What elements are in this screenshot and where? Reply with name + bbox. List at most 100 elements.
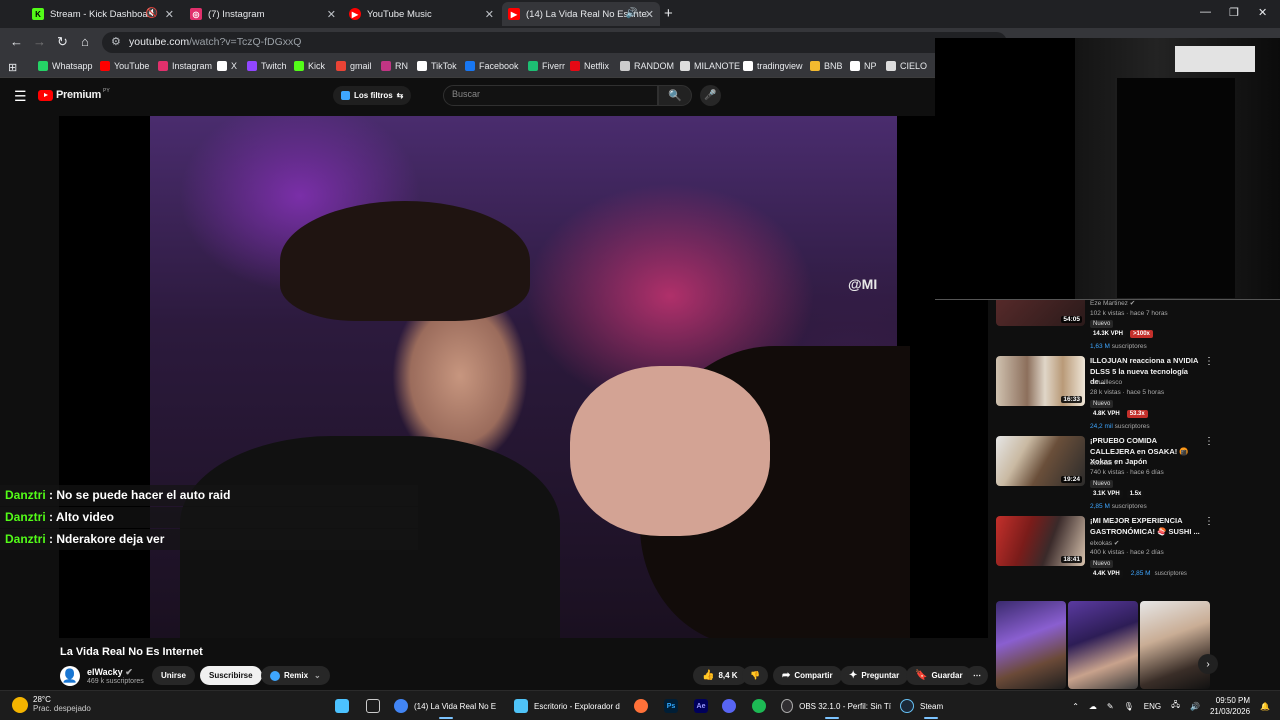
- tab-kick-dashboard[interactable]: K Stream - Kick Dashboard 🔇 ✕: [26, 2, 180, 26]
- bookmark-kick[interactable]: Kick: [294, 61, 325, 71]
- bookmark-instagram[interactable]: Instagram: [158, 61, 212, 71]
- remix-button[interactable]: Remix ⌄: [261, 666, 330, 685]
- network-icon[interactable]: 🖧: [1171, 699, 1180, 713]
- cloud-icon[interactable]: ☁: [1089, 702, 1097, 711]
- clock[interactable]: 09:50 PM 21/03/2026: [1210, 695, 1250, 717]
- webcam-scene: [1175, 46, 1255, 72]
- minimize-icon[interactable]: —: [1200, 6, 1211, 18]
- taskbar-app-photoshop[interactable]: Ps: [664, 696, 678, 716]
- kick-icon: K: [32, 8, 44, 20]
- menu-icon[interactable]: ☰: [14, 88, 27, 105]
- bookmark-gmail[interactable]: gmail: [336, 61, 372, 71]
- subscribe-button[interactable]: Suscribirse: [200, 666, 262, 685]
- maximize-icon[interactable]: ❐: [1229, 6, 1239, 19]
- audio-playing-icon[interactable]: 🔊: [626, 8, 638, 19]
- bookmark-tradingview[interactable]: tradingview: [743, 61, 803, 71]
- channel-avatar[interactable]: 👤: [60, 666, 80, 686]
- notification-icon[interactable]: 🔔: [1260, 702, 1270, 711]
- taskbar-app-discord[interactable]: [722, 696, 736, 716]
- start-button[interactable]: [335, 696, 349, 716]
- tab-youtube-music[interactable]: ▶ YouTube Music ✕: [343, 2, 500, 26]
- taskbar-app-obs[interactable]: OBS 32.1.0 - Perfil: Sin Tí: [781, 696, 891, 719]
- bookmark-facebook[interactable]: Facebook: [465, 61, 519, 71]
- ask-button[interactable]: ✦ Preguntar: [840, 666, 909, 685]
- close-tab-icon[interactable]: ✕: [485, 8, 494, 21]
- more-actions-button[interactable]: ⋯: [966, 666, 988, 685]
- bookmark-tiktok[interactable]: TikTok: [417, 61, 457, 71]
- dislike-button[interactable]: 👎: [742, 666, 768, 685]
- bookmark-np[interactable]: NP: [850, 61, 877, 71]
- youtube-premium-logo[interactable]: Premium PY: [38, 88, 110, 101]
- firefox-icon: [634, 699, 648, 713]
- bookmark-youtube[interactable]: YouTube: [100, 61, 149, 71]
- verified-icon: ✔: [1129, 300, 1136, 307]
- video-player[interactable]: @MI: [59, 116, 988, 638]
- url-bar[interactable]: ⚙ youtube.com/watch?v=TczQ-fDGxxQ: [102, 32, 1007, 53]
- more-vertical-icon[interactable]: ⋮: [1204, 516, 1214, 527]
- close-window-icon[interactable]: ✕: [1258, 6, 1267, 19]
- save-button[interactable]: 🔖 Guardar: [906, 666, 972, 685]
- bookmark-x[interactable]: X: [217, 61, 237, 71]
- muted-audio-icon[interactable]: 🔇: [146, 8, 158, 19]
- back-icon[interactable]: ←: [10, 34, 23, 49]
- chevron-right-icon[interactable]: ›: [1198, 654, 1218, 674]
- recommended-video[interactable]: 18:41 ¡MI MEJOR EXPERIENCIA GASTRONÓMICA…: [996, 516, 1221, 592]
- language-indicator[interactable]: ENG: [1144, 702, 1161, 711]
- weather-widget[interactable]: 28°C Prac. despejado: [12, 695, 91, 713]
- share-button[interactable]: ➦ Compartir: [773, 666, 842, 685]
- forward-icon[interactable]: →: [33, 34, 46, 49]
- chevron-down-icon: ⌄: [314, 671, 321, 680]
- reload-icon[interactable]: ↻: [57, 34, 68, 50]
- taskbar-app-firefox[interactable]: [634, 696, 648, 716]
- apps-grid-icon[interactable]: ⊞: [8, 61, 17, 74]
- voice-search-button[interactable]: 🎤: [700, 85, 721, 106]
- short-thumbnail[interactable]: [1068, 601, 1138, 689]
- bookmark-rn[interactable]: RN: [381, 61, 408, 71]
- home-icon[interactable]: ⌂: [81, 34, 89, 49]
- filters-button[interactable]: Los filtros ⇆: [333, 86, 412, 105]
- weather-icon: [12, 697, 28, 713]
- tab-current-video[interactable]: ▶ (14) La Vida Real No Es Inte 🔊 ✕: [502, 2, 660, 26]
- short-thumbnail[interactable]: [996, 601, 1066, 689]
- bookmark-cielo[interactable]: CIELO: [886, 61, 927, 71]
- tab-instagram[interactable]: ◎ (7) Instagram ✕: [184, 2, 342, 26]
- bookmark-bnb[interactable]: BNB: [810, 61, 843, 71]
- video-thumbnail[interactable]: 16:33: [996, 356, 1085, 406]
- short-thumbnail[interactable]: [1140, 601, 1210, 689]
- bookmark-milanote[interactable]: MILANOTE: [680, 61, 740, 71]
- site-info-icon[interactable]: ⚙: [111, 35, 121, 48]
- taskbar-app-steam[interactable]: Steam: [900, 696, 960, 719]
- more-vertical-icon[interactable]: ⋮: [1204, 356, 1214, 367]
- share-icon: ➦: [782, 670, 791, 681]
- bookmark-netflix[interactable]: Netflix: [570, 61, 609, 71]
- channel-name[interactable]: elWacky ✔: [87, 667, 133, 678]
- bookmark-twitch[interactable]: Twitch: [247, 61, 287, 71]
- bookmark-random[interactable]: RANDOM: [620, 61, 674, 71]
- pen-icon[interactable]: ✎: [1107, 702, 1114, 711]
- join-button[interactable]: Unirse: [152, 666, 195, 685]
- taskbar-app-explorer[interactable]: Escritorio - Explorador d: [514, 696, 626, 716]
- video-thumbnail[interactable]: 19:24: [996, 436, 1085, 486]
- like-button[interactable]: 👍 8,4 K: [693, 666, 747, 685]
- recommended-video[interactable]: 16:33 ILLOJUAN reacciona a NVIDIA DLSS 5…: [996, 356, 1221, 432]
- recommended-video[interactable]: 19:24 ¡PRUEBO COMIDA CALLEJERA en OSAKA!…: [996, 436, 1221, 512]
- task-view-button[interactable]: [366, 696, 380, 716]
- chevron-up-icon[interactable]: ⌃: [1072, 702, 1079, 711]
- bookmark-whatsapp[interactable]: Whatsapp: [38, 61, 93, 71]
- more-vertical-icon[interactable]: ⋮: [1204, 436, 1214, 447]
- new-tab-icon[interactable]: +: [664, 5, 673, 22]
- taskbar-app-chrome[interactable]: (14) La Vida Real No E: [394, 696, 506, 719]
- search-input[interactable]: [452, 89, 652, 99]
- url-host: youtube.com: [129, 36, 190, 48]
- close-tab-icon[interactable]: ✕: [327, 8, 336, 21]
- youtube-music-icon: ▶: [349, 8, 361, 20]
- taskbar-app-after-effects[interactable]: Ae: [694, 696, 708, 716]
- microphone-icon[interactable]: 🎙: [1124, 702, 1134, 711]
- bookmark-fiverr[interactable]: Fiverr: [528, 61, 565, 71]
- search-button[interactable]: 🔍: [658, 85, 692, 106]
- volume-icon[interactable]: 🔊: [1190, 702, 1200, 711]
- video-thumbnail[interactable]: 18:41: [996, 516, 1085, 566]
- taskbar-app-spotify[interactable]: [752, 696, 766, 716]
- close-tab-icon[interactable]: ✕: [645, 8, 654, 21]
- close-tab-icon[interactable]: ✕: [165, 8, 174, 21]
